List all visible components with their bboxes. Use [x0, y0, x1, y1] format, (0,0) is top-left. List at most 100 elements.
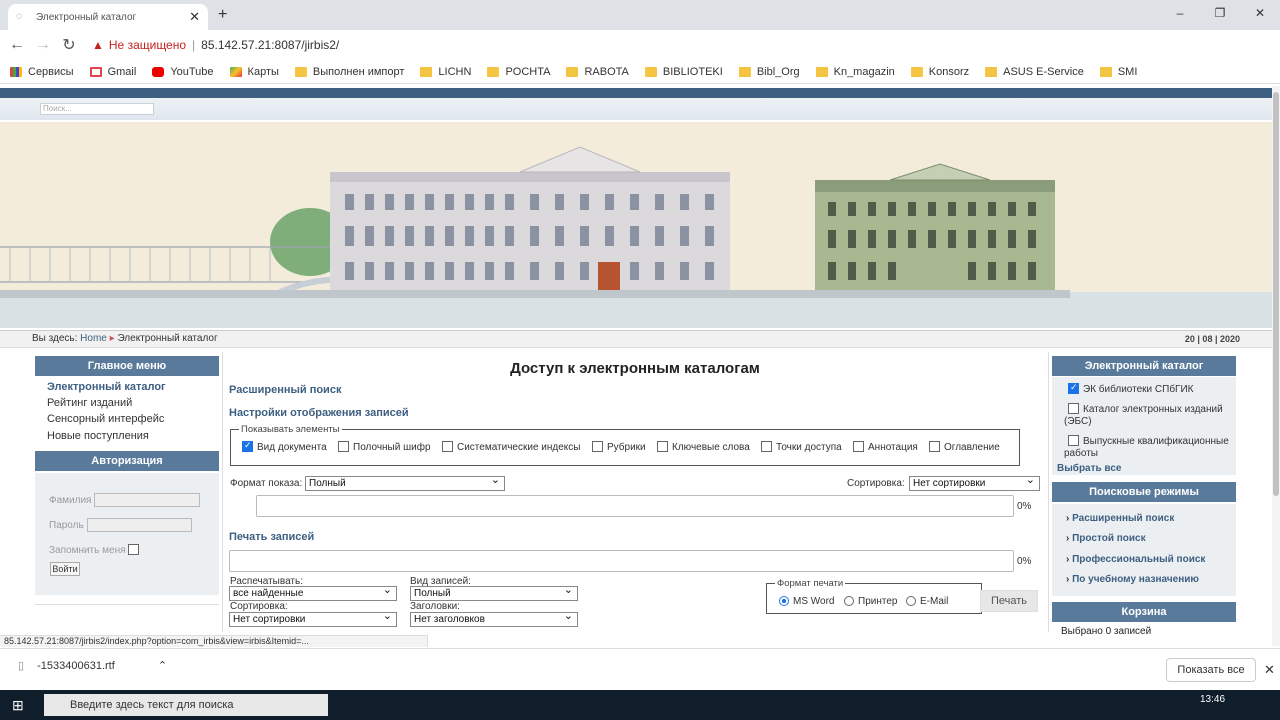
format-msword-radio[interactable]: MS Word — [779, 596, 835, 607]
maximize-button[interactable]: ❐ — [1200, 0, 1240, 26]
gmail-icon — [89, 66, 102, 77]
maps-icon — [229, 66, 242, 77]
mode-simple-link[interactable]: Простой поиск — [1066, 533, 1146, 544]
bookmark-label: POCHTA — [505, 65, 551, 78]
window-controls: – ❐ ✕ — [1160, 0, 1280, 26]
bookmark-folder[interactable]: SMI — [1099, 66, 1137, 78]
element-label: Систематические индексы — [457, 442, 581, 454]
show-all-downloads-button[interactable]: Показать все — [1166, 658, 1256, 682]
checkbox-icon — [592, 441, 603, 452]
catalog-ebs[interactable]: Каталог электронных изданий (ЭБС) — [1064, 403, 1234, 428]
page-scrollbar[interactable] — [1272, 86, 1280, 646]
surname-input[interactable] — [94, 493, 200, 507]
element-label: Полочный шифр — [353, 442, 431, 454]
catalog-label: Каталог электронных изданий (ЭБС) — [1064, 404, 1223, 428]
scrollbar-thumb[interactable] — [1273, 92, 1279, 496]
bookmark-folder[interactable]: Bibl_Org — [738, 66, 800, 78]
menu-item-rating[interactable]: Рейтинг изданий — [47, 397, 132, 409]
page-title: Доступ к электронным каталогам — [510, 360, 760, 377]
element-label: Ключевые слова — [672, 442, 750, 454]
bookmark-apps[interactable]: Сервисы — [10, 66, 74, 78]
element-rubrics[interactable]: Рубрики — [592, 441, 646, 453]
element-doc-type[interactable]: Вид документа — [242, 440, 327, 453]
address-bar[interactable]: ▲ Не защищено | 85.142.57.21:8087/jirbis… — [92, 34, 1224, 56]
bookmark-label: Konsorz — [928, 65, 970, 78]
format-label: Формат показа: — [230, 478, 303, 489]
element-label: Аннотация — [868, 442, 918, 454]
bookmark-folder[interactable]: RABOTA — [566, 66, 629, 78]
menu-item-sensor[interactable]: Сенсорный интерфейс — [47, 413, 164, 425]
records-view-select[interactable]: Полный — [410, 584, 578, 601]
breadcrumb-prefix: Вы здесь: — [32, 333, 78, 344]
menu-item-catalog[interactable]: Электронный каталог — [47, 381, 166, 393]
catalog-spbgik[interactable]: ЭК библиотеки СПбГИК — [1068, 382, 1193, 395]
sort-select[interactable]: Нет сортировки — [909, 474, 1040, 491]
page-favicon-icon: ◌ — [16, 11, 22, 22]
bookmark-gmail[interactable]: Gmail — [89, 66, 136, 78]
folder-icon — [910, 66, 923, 77]
chevron-up-icon[interactable]: ⌃ — [158, 660, 167, 672]
reload-icon[interactable]: ↻ — [56, 35, 82, 55]
print-what-select[interactable]: все найденные — [229, 584, 397, 601]
format-printer-radio[interactable]: Принтер — [844, 596, 897, 607]
bookmarks-bar: Сервисы Gmail YouTube Карты Выполнен имп… — [0, 60, 1280, 84]
breadcrumb-current: Электронный каталог — [117, 333, 218, 344]
sort-label: Сортировка: — [847, 478, 905, 489]
advanced-search-link[interactable]: Расширенный поиск — [229, 384, 341, 396]
file-icon: ▯ — [18, 660, 25, 672]
bookmark-folder[interactable]: ASUS E-Service — [985, 66, 1084, 78]
bookmark-folder[interactable]: POCHTA — [487, 66, 550, 78]
bookmark-folder[interactable]: Выполнен импорт — [294, 66, 404, 78]
element-annotation[interactable]: Аннотация — [853, 441, 918, 454]
catalog-header: Электронный каталог — [1052, 356, 1236, 376]
print-button[interactable]: Печать — [980, 590, 1038, 612]
select-all-link[interactable]: Выбрать все — [1057, 463, 1121, 474]
bookmark-label: Карты — [247, 65, 279, 78]
format-email-radio[interactable]: E-Mail — [906, 596, 948, 607]
bookmark-folder[interactable]: BIBLIOTEKI — [644, 66, 723, 78]
bookmark-maps[interactable]: Карты — [229, 65, 279, 78]
close-window-button[interactable]: ✕ — [1240, 0, 1280, 26]
bookmark-folder[interactable]: LICHN — [420, 66, 471, 78]
element-toc[interactable]: Оглавление — [929, 441, 1000, 453]
mode-professional-link[interactable]: Профессиональный поиск — [1066, 554, 1205, 565]
main-menu-header: Главное меню — [35, 356, 219, 376]
element-keywords[interactable]: Ключевые слова — [657, 441, 750, 454]
site-search-input[interactable]: Поиск... — [40, 103, 154, 115]
bookmark-folder[interactable]: Kn_magazin — [815, 66, 895, 78]
bookmark-label: YouTube — [170, 65, 214, 78]
active-tab[interactable]: ◌ Электронный каталог ✕ — [8, 4, 208, 30]
progress-percent-print: 0% — [1017, 556, 1032, 567]
download-item[interactable]: ▯ -1533400631.rtf ⌃ — [18, 659, 167, 672]
search-modes-header: Поисковые режимы — [1052, 482, 1236, 502]
login-button[interactable]: Войти — [50, 562, 80, 576]
bookmark-youtube[interactable]: YouTube — [152, 65, 214, 78]
forward-icon[interactable]: → — [30, 36, 56, 54]
tab-close-icon[interactable]: ✕ — [189, 9, 200, 25]
breadcrumb-home-link[interactable]: Home — [80, 333, 107, 344]
folder-icon — [738, 66, 751, 77]
center-divider — [222, 352, 223, 632]
format-select[interactable]: Полный — [305, 474, 505, 491]
minimize-button[interactable]: – — [1160, 0, 1200, 26]
bookmark-label: Сервисы — [28, 65, 74, 78]
close-downloads-icon[interactable]: ✕ — [1264, 662, 1275, 678]
menu-item-new[interactable]: Новые поступления — [47, 430, 149, 442]
element-access-points[interactable]: Точки доступа — [761, 441, 842, 453]
remember-checkbox[interactable] — [128, 543, 139, 555]
surname-label: Фамилия — [49, 495, 92, 506]
headings-select[interactable]: Нет заголовков — [410, 610, 578, 627]
print-sort-select[interactable]: Нет сортировки — [229, 610, 397, 627]
mode-educational-link[interactable]: По учебному назначению — [1066, 574, 1199, 585]
security-label: Не защищено — [108, 38, 187, 52]
bookmark-folder[interactable]: Konsorz — [910, 65, 970, 78]
catalog-vkr[interactable]: Выпускные квалификационные работы — [1064, 435, 1234, 460]
windows-start-icon[interactable]: ⊞ — [12, 697, 24, 714]
taskbar-search-input[interactable]: Введите здесь текст для поиска — [44, 694, 328, 716]
password-input[interactable] — [87, 518, 192, 532]
new-tab-button[interactable]: + — [218, 6, 227, 24]
element-shelf-code[interactable]: Полочный шифр — [338, 441, 431, 454]
mode-advanced-link[interactable]: Расширенный поиск — [1066, 513, 1174, 524]
element-sys-index[interactable]: Систематические индексы — [442, 441, 581, 454]
back-icon[interactable]: ← — [4, 36, 30, 54]
